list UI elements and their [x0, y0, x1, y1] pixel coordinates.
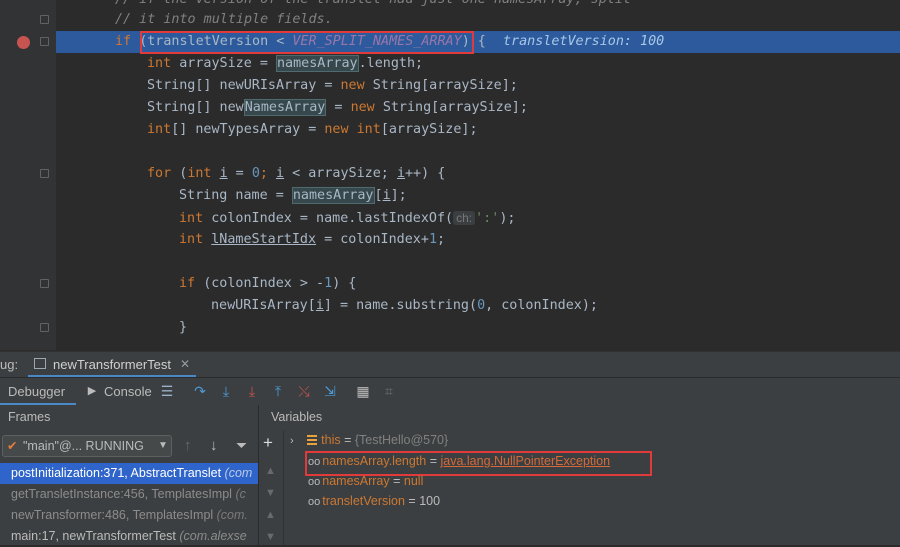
add-watch-icon[interactable]: +: [263, 433, 273, 453]
scroll-down-icon[interactable]: ▼: [265, 531, 276, 543]
thread-dropdown-value: "main"@... RUNNING: [23, 439, 144, 453]
scroll-up-icon[interactable]: ▲: [265, 465, 276, 477]
code-line: // it into multiple fields.: [0, 9, 900, 31]
variable-row[interactable]: oo namesArray = null: [308, 471, 423, 491]
step-over-icon[interactable]: ⤓: [218, 383, 234, 399]
show-execution-point-icon[interactable]: ↷: [192, 383, 208, 399]
code-line: String name = namesArray[i];: [179, 187, 407, 204]
variable-row[interactable]: oo transletVersion = 100: [308, 491, 440, 511]
tab-debug-session[interactable]: newTransformerTest: [53, 352, 171, 377]
code-editor[interactable]: // if the version of the translet had ju…: [0, 0, 900, 350]
code-line: int[] newTypesArray = new int[arraySize]…: [147, 122, 478, 137]
code-line: }: [179, 320, 188, 335]
watch-glasses-icon: oo: [308, 456, 321, 468]
frame-item-selected[interactable]: postInitialization:371, AbstractTranslet…: [0, 463, 258, 484]
variables-side-toolbar: + ▲ ▼ ▲ ▼: [259, 431, 284, 545]
down-arrow-icon[interactable]: ↓: [210, 437, 218, 454]
thread-selector-row: ✔ "main"@... RUNNING ▼ ↑ ↓ ⏷: [0, 433, 258, 459]
keyword: if: [115, 34, 140, 49]
inline-debug-value: transletVersion: 100: [503, 34, 665, 49]
expand-chevron-icon[interactable]: ›: [290, 435, 294, 447]
step-out-icon[interactable]: ⤒: [270, 383, 286, 399]
debug-toolbar: Debugger ▶ Console ☰ ↷ ⤓ ⤓ ⤒ ⤯ ⇲ ▦ ⌗: [0, 377, 900, 405]
code-line: String[] newNamesArray = new String[arra…: [147, 99, 528, 116]
frames-panel: Frames ✔ "main"@... RUNNING ▼ ↑ ↓ ⏷ post…: [0, 405, 259, 545]
console-icon: ▶: [87, 385, 97, 397]
drop-frame-icon[interactable]: ⤯: [296, 383, 312, 399]
code-line: for (int i = 0; i < arraySize; i++) {: [147, 166, 446, 181]
debug-tool-window-header: ug: newTransformerTest ✕: [0, 351, 900, 377]
variables-header: Variables: [271, 410, 323, 424]
chevron-down-icon: ▼: [158, 440, 168, 451]
filter-icon[interactable]: ⏷: [236, 437, 247, 454]
check-icon: ✔: [7, 439, 18, 453]
variable-row[interactable]: oo namesArray.length = java.lang.NullPoin…: [308, 451, 610, 471]
fold-marker-icon[interactable]: [40, 37, 49, 46]
step-into-icon[interactable]: ⤓: [244, 383, 260, 399]
frame-item[interactable]: newTransformer:486, TemplatesImpl (com.: [0, 505, 258, 526]
parameter-hint: ch:: [453, 211, 476, 225]
debug-title-label: ug:: [0, 357, 19, 372]
close-tab-icon[interactable]: ✕: [180, 352, 190, 377]
current-execution-line: if (transletVersion < VER_SPLIT_NAMES_AR…: [56, 31, 900, 53]
watch-glasses-icon: oo: [308, 476, 321, 488]
code-line: String[] newURIsArray = new String[array…: [147, 78, 518, 93]
tab-console[interactable]: Console: [104, 378, 152, 405]
code-comment: // it into multiple fields.: [115, 12, 333, 27]
constant-ref: VER_SPLIT_NAMES_ARRAY: [292, 34, 462, 49]
variable-ref: NamesArray: [243, 99, 327, 116]
thread-dropdown[interactable]: ✔ "main"@... RUNNING ▼: [2, 435, 172, 457]
scroll-down-icon[interactable]: ▼: [265, 487, 276, 499]
run-to-cursor-icon[interactable]: ⇲: [322, 383, 338, 399]
variable-ref: namesArray: [276, 55, 359, 72]
evaluate-expression-icon[interactable]: ▦: [355, 383, 371, 399]
watch-glasses-icon: oo: [308, 496, 321, 508]
tab-debugger[interactable]: Debugger: [8, 378, 65, 405]
trace-icon[interactable]: ⌗: [381, 383, 397, 399]
frame-item[interactable]: main:17, newTransformerTest (com.alexse: [0, 526, 258, 547]
scroll-up-icon[interactable]: ▲: [265, 509, 276, 521]
code-line: int lNameStartIdx = colonIndex+1;: [179, 232, 446, 247]
layout-menu-icon[interactable]: ☰: [159, 383, 175, 399]
frame-item[interactable]: getTransletInstance:456, TemplatesImpl (…: [0, 484, 258, 505]
variable-ref: namesArray: [291, 187, 375, 204]
frames-header: Frames: [8, 410, 51, 424]
run-config-icon: [34, 358, 46, 369]
code-line: newURIsArray[i] = name.substring(0, colo…: [211, 298, 598, 313]
code-line: int colonIndex = name.lastIndexOf(ch: ':'…: [179, 211, 516, 226]
up-arrow-icon[interactable]: ↑: [184, 437, 192, 454]
code-line: if (colonIndex > -1) {: [179, 276, 357, 291]
code-line: int arraySize = namesArray.length;: [147, 55, 424, 72]
variable-row[interactable]: › this = {TestHello@570}: [290, 430, 448, 450]
field-icon: [307, 435, 318, 445]
exception-value: java.lang.NullPointerException: [440, 454, 611, 468]
variables-panel: Variables + ▲ ▼ ▲ ▼ › this = {TestHello@…: [259, 405, 900, 545]
variable-ref: transletVersion: [147, 34, 269, 49]
